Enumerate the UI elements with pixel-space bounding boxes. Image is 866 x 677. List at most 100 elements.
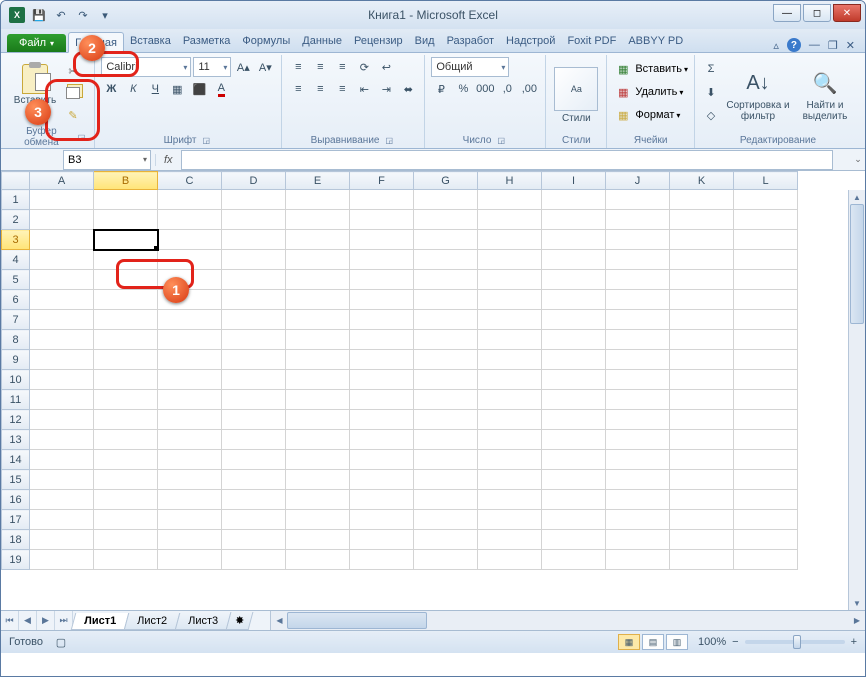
- cell-I3[interactable]: [542, 230, 606, 250]
- cell-H9[interactable]: [478, 350, 542, 370]
- col-header-K[interactable]: K: [670, 172, 734, 190]
- zoom-level[interactable]: 100%: [698, 636, 726, 648]
- cell-E14[interactable]: [286, 450, 350, 470]
- cell-B8[interactable]: [94, 330, 158, 350]
- number-launcher-icon[interactable]: ◲: [494, 135, 508, 146]
- autosum-icon[interactable]: [701, 59, 721, 79]
- close-button[interactable]: ✕: [833, 4, 861, 22]
- row-header-5[interactable]: 5: [2, 270, 30, 290]
- qat-save-icon[interactable]: 💾: [31, 7, 47, 23]
- cell-B18[interactable]: [94, 530, 158, 550]
- cell-A13[interactable]: [30, 430, 94, 450]
- cell-A4[interactable]: [30, 250, 94, 270]
- cell-E13[interactable]: [286, 430, 350, 450]
- number-format-combo[interactable]: Общий: [431, 57, 509, 77]
- cell-F16[interactable]: [350, 490, 414, 510]
- cell-A18[interactable]: [30, 530, 94, 550]
- cell-L5[interactable]: [734, 270, 798, 290]
- cell-J3[interactable]: [606, 230, 670, 250]
- cell-B14[interactable]: [94, 450, 158, 470]
- cell-B6[interactable]: [94, 290, 158, 310]
- format-cells-button[interactable]: ▦Формат▾: [613, 105, 688, 125]
- cell-C4[interactable]: [158, 250, 222, 270]
- cell-L3[interactable]: [734, 230, 798, 250]
- cell-D17[interactable]: [222, 510, 286, 530]
- cell-C13[interactable]: [158, 430, 222, 450]
- cell-F6[interactable]: [350, 290, 414, 310]
- zoom-out-icon[interactable]: −: [732, 636, 738, 648]
- format-painter-icon[interactable]: ✎: [63, 105, 83, 125]
- wrap-text-icon[interactable]: ↩: [376, 57, 396, 77]
- cell-H12[interactable]: [478, 410, 542, 430]
- cell-L14[interactable]: [734, 450, 798, 470]
- cell-A10[interactable]: [30, 370, 94, 390]
- zoom-in-icon[interactable]: +: [851, 636, 857, 648]
- cell-I4[interactable]: [542, 250, 606, 270]
- tab-формулы[interactable]: Формулы: [236, 31, 296, 52]
- fill-icon[interactable]: [701, 82, 721, 102]
- qat-undo-icon[interactable]: ↶: [53, 7, 69, 23]
- cell-D5[interactable]: [222, 270, 286, 290]
- cell-K18[interactable]: [670, 530, 734, 550]
- sheet-tab-Лист3[interactable]: Лист3: [175, 613, 232, 630]
- cell-E12[interactable]: [286, 410, 350, 430]
- cell-G13[interactable]: [414, 430, 478, 450]
- help-icon[interactable]: ?: [787, 38, 801, 52]
- row-header-1[interactable]: 1: [2, 190, 30, 210]
- cell-H8[interactable]: [478, 330, 542, 350]
- cell-K17[interactable]: [670, 510, 734, 530]
- cell-E3[interactable]: [286, 230, 350, 250]
- cell-L9[interactable]: [734, 350, 798, 370]
- minimize-button[interactable]: —: [773, 4, 801, 22]
- cell-E11[interactable]: [286, 390, 350, 410]
- col-header-F[interactable]: F: [350, 172, 414, 190]
- tab-надстрой[interactable]: Надстрой: [500, 31, 561, 52]
- cell-I15[interactable]: [542, 470, 606, 490]
- cell-H5[interactable]: [478, 270, 542, 290]
- cell-F10[interactable]: [350, 370, 414, 390]
- row-header-3[interactable]: 3: [2, 230, 30, 250]
- cell-B10[interactable]: [94, 370, 158, 390]
- cell-F3[interactable]: [350, 230, 414, 250]
- cell-D14[interactable]: [222, 450, 286, 470]
- row-header-18[interactable]: 18: [2, 530, 30, 550]
- cell-H15[interactable]: [478, 470, 542, 490]
- cell-H6[interactable]: [478, 290, 542, 310]
- cell-L7[interactable]: [734, 310, 798, 330]
- cell-B17[interactable]: [94, 510, 158, 530]
- cell-K16[interactable]: [670, 490, 734, 510]
- cell-G14[interactable]: [414, 450, 478, 470]
- horizontal-scrollbar[interactable]: ◀▶: [270, 611, 865, 630]
- styles-button[interactable]: Aa Стили: [552, 57, 600, 134]
- cell-G16[interactable]: [414, 490, 478, 510]
- cell-D8[interactable]: [222, 330, 286, 350]
- cell-C18[interactable]: [158, 530, 222, 550]
- cell-L13[interactable]: [734, 430, 798, 450]
- cell-E5[interactable]: [286, 270, 350, 290]
- cell-H3[interactable]: [478, 230, 542, 250]
- cell-J2[interactable]: [606, 210, 670, 230]
- cell-I14[interactable]: [542, 450, 606, 470]
- cell-J5[interactable]: [606, 270, 670, 290]
- cell-L12[interactable]: [734, 410, 798, 430]
- tab-разметка[interactable]: Разметка: [177, 31, 237, 52]
- qat-customize-icon[interactable]: ▾: [97, 7, 113, 23]
- row-header-8[interactable]: 8: [2, 330, 30, 350]
- col-header-H[interactable]: H: [478, 172, 542, 190]
- increase-decimal-icon[interactable]: ,0: [497, 79, 517, 99]
- sheet-nav-first-icon[interactable]: ⏮: [1, 611, 19, 630]
- mdi-close-icon[interactable]: ✕: [846, 39, 855, 52]
- cell-I18[interactable]: [542, 530, 606, 550]
- col-header-D[interactable]: D: [222, 172, 286, 190]
- cell-H19[interactable]: [478, 550, 542, 570]
- qat-redo-icon[interactable]: ↷: [75, 7, 91, 23]
- cell-D13[interactable]: [222, 430, 286, 450]
- cell-A7[interactable]: [30, 310, 94, 330]
- cell-A6[interactable]: [30, 290, 94, 310]
- cut-icon[interactable]: [63, 61, 83, 81]
- page-break-view-icon[interactable]: ▥: [666, 634, 688, 650]
- row-header-9[interactable]: 9: [2, 350, 30, 370]
- currency-icon[interactable]: ₽: [431, 79, 451, 99]
- cell-A5[interactable]: [30, 270, 94, 290]
- cell-L11[interactable]: [734, 390, 798, 410]
